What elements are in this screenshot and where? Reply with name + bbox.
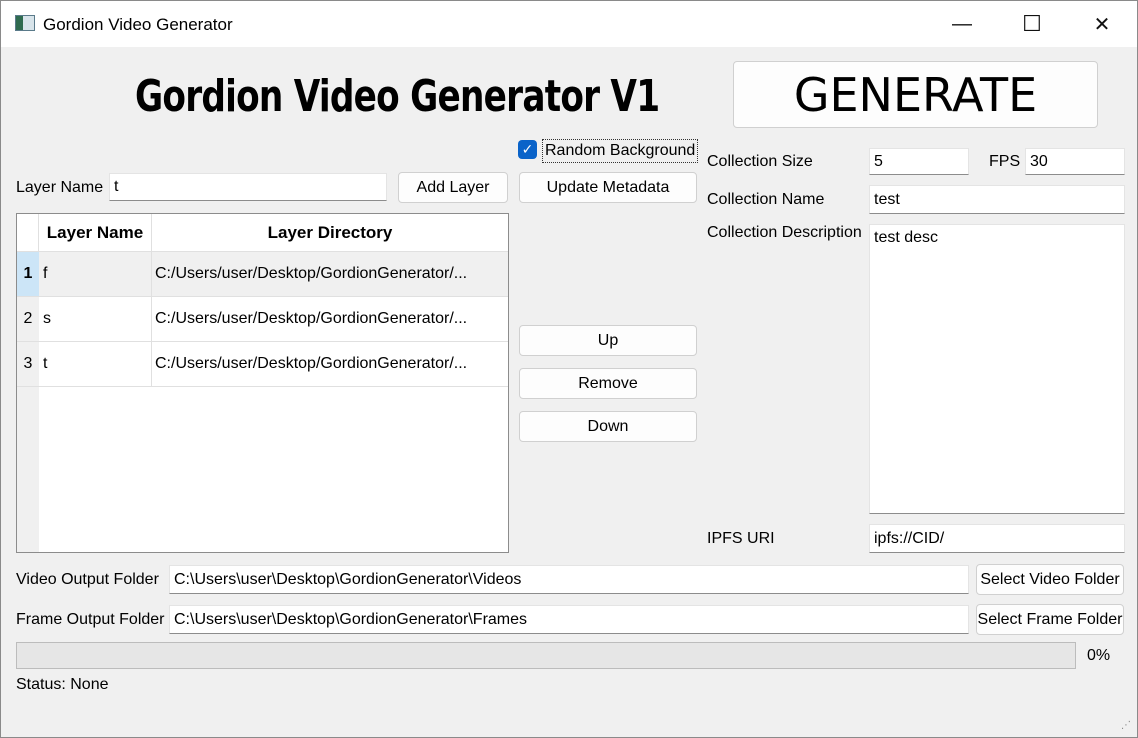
remove-button[interactable]: Remove [519, 368, 697, 399]
window-title: Gordion Video Generator [43, 15, 233, 34]
row-number[interactable]: 3 [17, 342, 39, 386]
maximize-icon: ☐ [1022, 11, 1042, 36]
column-header-layer-directory[interactable]: Layer Directory [152, 214, 508, 252]
video-output-folder-input[interactable]: C:\Users\user\Desktop\GordionGenerator\V… [169, 565, 969, 594]
cell-layer-directory[interactable]: C:/Users/user/Desktop/GordionGenerator/.… [152, 297, 508, 341]
select-frame-folder-button[interactable]: Select Frame Folder [976, 604, 1124, 635]
collection-name-label: Collection Name [707, 191, 825, 208]
row-number[interactable]: 2 [17, 297, 39, 341]
random-background-checkbox[interactable]: ✓ [518, 140, 537, 159]
checkmark-icon: ✓ [521, 141, 534, 157]
collection-size-input[interactable]: 5 [869, 148, 969, 175]
down-button[interactable]: Down [519, 411, 697, 442]
ipfs-uri-label: IPFS URI [707, 530, 775, 547]
frame-output-folder-input[interactable]: C:\Users\user\Desktop\GordionGenerator\F… [169, 605, 969, 634]
fps-label: FPS [989, 153, 1021, 170]
status-text: Status: None [16, 676, 109, 693]
video-output-folder-label: Video Output Folder [16, 571, 159, 588]
column-header-layer-name[interactable]: Layer Name [39, 214, 152, 252]
collection-description-textarea[interactable]: test desc [869, 224, 1125, 514]
cell-layer-name[interactable]: f [39, 252, 152, 296]
ipfs-uri-input[interactable]: ipfs://CID/ [869, 524, 1125, 553]
layer-name-input[interactable]: t [109, 173, 387, 201]
select-video-folder-button[interactable]: Select Video Folder [976, 564, 1124, 595]
minimize-icon: — [952, 12, 972, 35]
progress-bar [16, 642, 1076, 669]
resize-grip-icon[interactable]: ⋰ [1121, 720, 1131, 731]
close-button[interactable]: ✕ [1067, 1, 1137, 47]
generate-button[interactable]: GENERATE [733, 61, 1098, 128]
up-button[interactable]: Up [519, 325, 697, 356]
cell-layer-directory[interactable]: C:/Users/user/Desktop/GordionGenerator/.… [152, 252, 508, 296]
cell-layer-name[interactable]: s [39, 297, 152, 341]
layer-name-label: Layer Name [16, 179, 104, 196]
add-layer-button[interactable]: Add Layer [398, 172, 508, 203]
table-row[interactable]: 3 t C:/Users/user/Desktop/GordionGenerat… [17, 342, 508, 387]
cell-layer-name[interactable]: t [39, 342, 152, 386]
app-icon [15, 15, 35, 31]
table-row[interactable]: 2 s C:/Users/user/Desktop/GordionGenerat… [17, 297, 508, 342]
layer-table[interactable]: Layer Name Layer Directory 1 f C:/Users/… [16, 213, 509, 553]
frame-output-folder-label: Frame Output Folder [16, 611, 165, 628]
cell-layer-directory[interactable]: C:/Users/user/Desktop/GordionGenerator/.… [152, 342, 508, 386]
update-metadata-button[interactable]: Update Metadata [519, 172, 697, 203]
minimize-button[interactable]: — [927, 1, 997, 47]
maximize-button[interactable]: ☐ [997, 1, 1067, 47]
main-window: Gordion Video Generator — ☐ ✕ Gordion Vi… [0, 0, 1138, 738]
app-title: Gordion Video Generator V1 [135, 71, 660, 122]
progress-percent: 0% [1087, 647, 1111, 664]
collection-size-label: Collection Size [707, 153, 813, 170]
table-row[interactable]: 1 f C:/Users/user/Desktop/GordionGenerat… [17, 252, 508, 297]
fps-input[interactable]: 30 [1025, 148, 1125, 175]
collection-name-input[interactable]: test [869, 185, 1125, 214]
close-icon: ✕ [1093, 13, 1111, 36]
collection-description-label: Collection Description [707, 224, 862, 241]
row-number[interactable]: 1 [17, 252, 39, 296]
random-background-label[interactable]: Random Background [542, 139, 699, 163]
title-bar: Gordion Video Generator — ☐ ✕ [1, 1, 1137, 47]
table-corner[interactable] [17, 214, 39, 252]
